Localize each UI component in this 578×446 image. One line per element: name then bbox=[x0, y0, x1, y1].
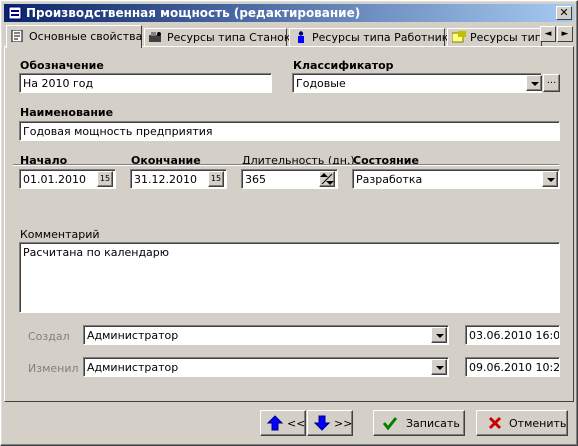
designation-label: Обозначение bbox=[20, 59, 104, 72]
created-date-field[interactable]: 03.06.2010 16:01 bbox=[465, 325, 560, 345]
arrow-up-icon bbox=[267, 415, 283, 431]
calendar-icon: 15 bbox=[99, 174, 111, 183]
duration-value: 365 bbox=[245, 173, 266, 186]
title-bar[interactable]: Производственная мощность (редактировани… bbox=[4, 4, 574, 22]
cross-icon bbox=[488, 416, 502, 430]
state-dropdown-button[interactable] bbox=[542, 171, 558, 187]
previous-label: << bbox=[287, 417, 306, 430]
classifier-label: Классификатор bbox=[293, 59, 394, 72]
modified-by-value: Администратор bbox=[87, 361, 179, 374]
classifier-select[interactable]: Годовые bbox=[292, 73, 542, 93]
window-title: Производственная мощность (редактировани… bbox=[26, 6, 361, 20]
spin-arrows-icon bbox=[320, 173, 334, 185]
next-label: >> bbox=[334, 417, 353, 430]
start-date-value: 01.01.2010 bbox=[23, 173, 86, 186]
created-by-label: Создал bbox=[28, 330, 70, 343]
created-by-select[interactable]: Администратор bbox=[83, 325, 449, 345]
state-select[interactable]: Разработка bbox=[352, 169, 560, 189]
state-value: Разработка bbox=[356, 173, 423, 186]
tab-main-properties[interactable]: Основные свойства bbox=[6, 25, 142, 48]
designation-field[interactable]: На 2010 год bbox=[19, 73, 272, 93]
modified-by-select[interactable]: Администратор bbox=[83, 357, 449, 377]
classifier-browse-button[interactable]: ... bbox=[543, 74, 560, 92]
tab-scroll-left-button[interactable]: ◄ bbox=[540, 26, 556, 42]
save-button[interactable]: Записать bbox=[373, 410, 465, 436]
tab-label: Ресурсы типа Станок bbox=[167, 31, 291, 44]
end-calendar-button[interactable]: 15 bbox=[208, 171, 224, 187]
classifier-value: Годовые bbox=[296, 77, 346, 90]
modified-by-label: Изменил bbox=[28, 362, 79, 375]
cancel-button[interactable]: Отменить bbox=[476, 410, 568, 436]
tab-panel bbox=[4, 46, 574, 402]
name-label: Наименование bbox=[20, 106, 114, 119]
section-divider bbox=[13, 164, 559, 166]
previous-record-button[interactable]: << bbox=[260, 410, 306, 436]
tab-label: Ресурсы типа bbox=[470, 31, 549, 44]
next-record-button[interactable]: >> bbox=[307, 410, 353, 436]
classifier-dropdown-button[interactable] bbox=[526, 75, 542, 91]
tab-worker-resources[interactable]: Ресурсы типа Работник bbox=[289, 28, 449, 47]
worker-icon bbox=[298, 31, 304, 43]
arrow-down-icon bbox=[314, 415, 330, 431]
tab-machine-resources[interactable]: Ресурсы типа Станок bbox=[144, 28, 291, 47]
tab-scroll-right-button[interactable]: ► bbox=[557, 26, 573, 42]
properties-icon bbox=[11, 30, 23, 42]
modified-by-dropdown-button[interactable] bbox=[431, 359, 447, 375]
modified-date-field[interactable]: 09.06.2010 10:27 bbox=[465, 357, 560, 377]
edit-dialog: Производственная мощность (редактировани… bbox=[0, 0, 578, 446]
tab-label: Ресурсы типа Работник bbox=[312, 31, 449, 44]
tab-label: Основные свойства bbox=[29, 30, 143, 43]
tab-strip: Основные свойства Ресурсы типа Станок Ре… bbox=[4, 25, 574, 48]
end-date-value: 31.12.2010 bbox=[134, 173, 197, 186]
created-by-dropdown-button[interactable] bbox=[431, 327, 447, 343]
checkmark-icon bbox=[382, 417, 398, 431]
name-field[interactable]: Годовая мощность предприятия bbox=[19, 121, 560, 141]
comment-label: Комментарий bbox=[20, 228, 100, 241]
created-by-value: Администратор bbox=[87, 329, 179, 342]
comment-textarea[interactable]: Расчитана по календарю bbox=[19, 242, 560, 313]
save-label: Записать bbox=[406, 417, 460, 430]
duration-spin-button[interactable] bbox=[319, 171, 335, 187]
app-icon bbox=[8, 6, 22, 20]
close-button[interactable]: ✕ bbox=[556, 6, 572, 20]
machine-icon bbox=[149, 32, 161, 42]
calendar-icon: 15 bbox=[210, 174, 222, 183]
start-calendar-button[interactable]: 15 bbox=[97, 171, 113, 187]
tab-other-resources[interactable]: Ресурсы типа bbox=[447, 28, 549, 47]
resource-icon bbox=[452, 31, 466, 43]
cancel-label: Отменить bbox=[509, 417, 567, 430]
